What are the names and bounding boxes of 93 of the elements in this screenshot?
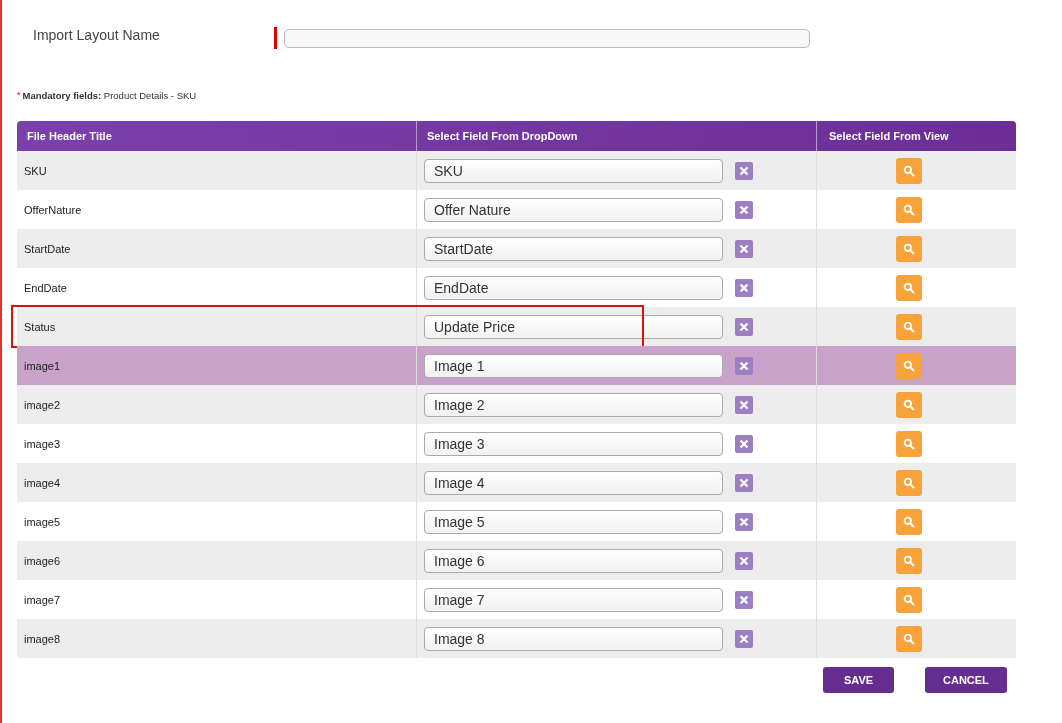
header-title: Status: [24, 320, 56, 333]
table-row[interactable]: image6 Image 6: [17, 541, 1016, 580]
header-title: SKU: [24, 164, 47, 177]
close-icon: [739, 243, 749, 254]
search-icon: [902, 476, 915, 489]
close-icon: [739, 165, 749, 176]
search-icon: [902, 281, 915, 294]
field-dropdown[interactable]: Update Price: [424, 314, 723, 339]
header-title: image3: [24, 437, 61, 450]
header-title: EndDate: [24, 281, 67, 294]
close-icon: [739, 633, 749, 644]
search-button[interactable]: [895, 157, 922, 184]
table-row[interactable]: SKU SKU: [17, 151, 1016, 190]
table-row[interactable]: Status Update Price: [17, 307, 1016, 346]
search-icon: [902, 632, 915, 645]
search-icon: [902, 398, 915, 411]
search-icon: [902, 359, 915, 372]
close-icon: [739, 321, 749, 332]
clear-button[interactable]: [735, 590, 753, 609]
close-icon: [739, 516, 749, 527]
header-title: image7: [24, 593, 61, 606]
close-icon: [739, 204, 749, 215]
clear-button[interactable]: [735, 434, 753, 453]
search-button[interactable]: [895, 625, 922, 652]
search-button[interactable]: [895, 469, 922, 496]
clear-button[interactable]: [735, 356, 753, 375]
header-title: image1: [24, 359, 61, 372]
search-button[interactable]: [895, 313, 922, 340]
search-button[interactable]: [895, 235, 922, 262]
search-button[interactable]: [895, 586, 922, 613]
field-label: Import Layout Name: [32, 27, 161, 43]
clear-button[interactable]: [735, 200, 753, 219]
close-icon: [739, 555, 749, 566]
clear-button[interactable]: [735, 395, 753, 414]
search-button[interactable]: [895, 391, 922, 418]
search-button[interactable]: [895, 547, 922, 574]
table-row[interactable]: image4 Image 4: [17, 463, 1016, 502]
close-icon: [739, 594, 749, 605]
header-title: image4: [24, 476, 61, 489]
search-button[interactable]: [895, 196, 922, 223]
required-mark: *: [17, 90, 21, 101]
column-header: Select Field From View: [828, 129, 950, 144]
cancel-button[interactable]: CANCEL: [925, 667, 1007, 693]
clear-button[interactable]: [735, 551, 753, 570]
clear-button[interactable]: [735, 161, 753, 180]
search-icon: [902, 437, 915, 450]
field-dropdown[interactable]: Image 2: [424, 392, 723, 417]
header-title: StartDate: [24, 242, 71, 255]
field-dropdown[interactable]: Image 5: [424, 509, 723, 534]
table-row[interactable]: StartDate StartDate: [17, 229, 1016, 268]
search-icon: [902, 554, 915, 567]
search-icon: [902, 320, 915, 333]
header-title: OfferNature: [24, 203, 82, 216]
close-icon: [739, 477, 749, 488]
field-dropdown[interactable]: Offer Nature: [424, 197, 723, 222]
search-icon: [902, 164, 915, 177]
clear-button[interactable]: [735, 239, 753, 258]
field-dropdown[interactable]: Image 7: [424, 587, 723, 612]
search-icon: [902, 242, 915, 255]
header-title: image2: [24, 398, 61, 411]
clear-button[interactable]: [735, 629, 753, 648]
search-button[interactable]: [895, 508, 922, 535]
header-title: image6: [24, 554, 61, 567]
table-row[interactable]: image8 Image 8: [17, 619, 1016, 658]
field-dropdown[interactable]: Image 8: [424, 626, 723, 651]
search-button[interactable]: [895, 274, 922, 301]
clear-button[interactable]: [735, 317, 753, 336]
search-button[interactable]: [895, 430, 922, 457]
close-icon: [739, 399, 749, 410]
field-dropdown[interactable]: Image 1: [424, 353, 723, 378]
clear-button[interactable]: [735, 473, 753, 492]
clear-button[interactable]: [735, 512, 753, 531]
clear-button[interactable]: [735, 278, 753, 297]
save-button[interactable]: SAVE: [823, 667, 894, 693]
search-icon: [902, 593, 915, 606]
field-dropdown[interactable]: Image 6: [424, 548, 723, 573]
header-title: image5: [24, 515, 61, 528]
table-row[interactable]: image2 Image 2: [17, 385, 1016, 424]
search-icon: [902, 515, 915, 528]
search-button[interactable]: [895, 352, 922, 379]
close-icon: [739, 282, 749, 293]
close-icon: [739, 438, 749, 449]
search-icon: [902, 203, 915, 216]
header-title: image8: [24, 632, 61, 645]
field-dropdown[interactable]: Image 3: [424, 431, 723, 456]
field-dropdown[interactable]: EndDate: [424, 275, 723, 300]
field-dropdown[interactable]: Image 4: [424, 470, 723, 495]
close-icon: [739, 360, 749, 371]
mandatory-note: Mandatory fields: Product Details - SKU: [22, 90, 197, 101]
layout-name-input[interactable]: [284, 28, 810, 48]
field-dropdown[interactable]: StartDate: [424, 236, 723, 261]
table-row[interactable]: image1 Image 1: [17, 346, 1016, 385]
field-dropdown[interactable]: SKU: [424, 158, 723, 183]
